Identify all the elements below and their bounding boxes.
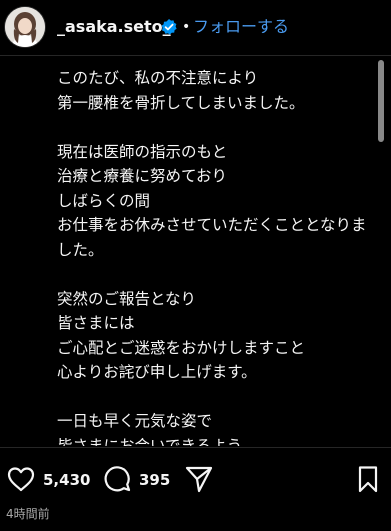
comment-icon[interactable] [102,464,132,494]
caption-scrollbar-thumb[interactable] [378,60,384,142]
caption-paragraph: 現在は医師の指示のもと 治療と療養に努めており しばらくの間 お仕事をお休みさせ… [57,142,367,259]
profile-photo-icon[interactable] [5,7,45,47]
follow-button[interactable]: フォローする [193,16,289,38]
share-icon[interactable] [184,464,214,494]
bookmark-icon[interactable] [353,464,383,494]
post-timestamp[interactable]: 4時間前 [6,506,50,522]
caption-paragraph: 一日も早く元気な姿で 皆さまにお会いできるよう 今は治療と療養に専念してまいりま… [57,412,243,446]
like-count[interactable]: 5,430 [43,470,90,490]
caption-paragraph: 突然のご報告となり 皆さまには ご心配とご迷惑をおかけしますこと 心よりお詫び申… [57,289,306,382]
heart-icon[interactable] [6,464,36,494]
post-caption: このたび、私の不注意により 第一腰椎を骨折してしまいました。 現在は医師の指示の… [57,66,372,446]
actions-divider [0,447,391,448]
comment-count[interactable]: 395 [139,470,170,490]
caption-paragraph: このたび、私の不注意により 第一腰椎を骨折してしまいました。 [57,69,305,112]
post-actions-bar: 5,430 395 [0,460,391,500]
post-header: _asaka.seto_ • フォローする [0,0,391,56]
header-separator: • [182,19,191,35]
username-link[interactable]: _asaka.seto_ [57,17,171,37]
verified-badge-icon [160,18,178,36]
